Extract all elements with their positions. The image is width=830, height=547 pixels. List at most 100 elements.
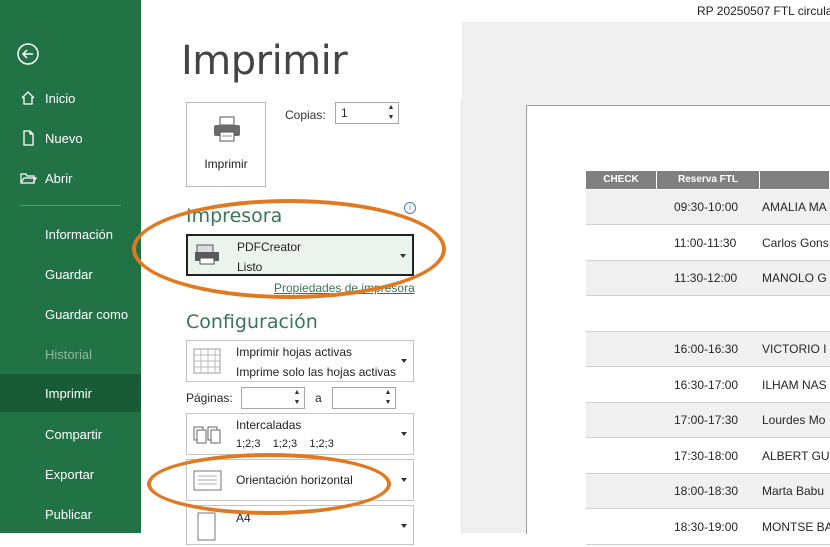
- row-time: 17:00-17:30: [674, 413, 739, 427]
- table-row: [586, 297, 830, 332]
- paper-size-select[interactable]: A4: [186, 505, 414, 545]
- sidebar-item-label: Publicar: [45, 506, 92, 522]
- document-title: RP 20250507 FTL circulaci: [697, 4, 830, 18]
- table-row: 18:30-19:00 MONTSE BA: [586, 510, 830, 545]
- scope-line1: Imprimir hojas activas: [236, 345, 353, 359]
- chevron-down-icon: [401, 524, 407, 528]
- row-name: Lourdes Mo: [762, 413, 826, 427]
- copies-stepper[interactable]: 1 ▲ ▼: [335, 102, 399, 124]
- table-row: 16:00-16:30 VICTORIO I: [586, 332, 830, 367]
- sidebar-item-publicar[interactable]: Publicar: [0, 495, 141, 533]
- row-name: Marta Babu: [762, 484, 825, 498]
- sidebar-item-label: Guardar: [45, 266, 93, 282]
- row-time: 18:30-19:00: [674, 519, 739, 534]
- row-time: 09:30-10:00: [674, 200, 739, 214]
- printer-name: PDFCreator: [237, 240, 302, 254]
- sidebar-item-imprimir[interactable]: Imprimir: [0, 374, 141, 412]
- orientation-label: Orientación horizontal: [236, 473, 353, 487]
- chevron-up-icon[interactable]: ▲: [384, 103, 398, 113]
- sheets-grid-icon: [193, 348, 221, 379]
- row-name: AMALIA MA: [762, 200, 827, 214]
- chevron-down-icon: [401, 359, 407, 363]
- pages-from-stepper[interactable]: ▲ ▼: [241, 387, 305, 409]
- sidebar-item-guardar[interactable]: Guardar: [0, 255, 141, 293]
- sidebar-item-historial: Historial: [0, 335, 141, 373]
- row-time: 18:00-18:30: [674, 484, 739, 498]
- portrait-page-icon: [197, 512, 217, 547]
- info-icon[interactable]: i: [404, 202, 416, 214]
- copies-label: Copias:: [285, 108, 326, 122]
- row-name: MANOLO G: [762, 271, 827, 285]
- chevron-down-icon: [401, 478, 407, 482]
- column-header: CHECK: [586, 171, 657, 189]
- collation-line1: Intercaladas: [236, 418, 302, 432]
- print-scope-select[interactable]: Imprimir hojas activas Imprime solo las …: [186, 340, 414, 382]
- chevron-up-icon[interactable]: ▲: [290, 388, 304, 398]
- pages-to-stepper[interactable]: ▲ ▼: [332, 387, 396, 409]
- sidebar-item-exportar[interactable]: Exportar: [0, 455, 141, 493]
- sidebar-item-guardar-como[interactable]: Guardar como: [0, 295, 141, 333]
- pages-to-label: a: [315, 391, 322, 405]
- row-name: Carlos Gons: [762, 235, 829, 250]
- collation-line2: 1;2;3 1;2;3 1;2;3: [236, 438, 334, 450]
- new-file-icon: [19, 129, 37, 147]
- sidebar-item-nuevo[interactable]: Nuevo: [0, 119, 141, 157]
- page-title: Imprimir: [181, 38, 348, 84]
- chevron-down-icon: [401, 432, 407, 436]
- sidebar-item-label: Información: [45, 226, 113, 242]
- printer-heading: Impresora: [186, 205, 283, 227]
- scope-line2: Imprime solo las hojas activas: [236, 365, 397, 379]
- copies-value: 1: [341, 106, 348, 120]
- sidebar-item-informacion[interactable]: Información: [0, 215, 141, 253]
- sidebar-item-abrir[interactable]: Abrir: [0, 159, 141, 197]
- row-time: 11:00-11:30: [674, 235, 737, 250]
- chevron-up-icon[interactable]: ▲: [381, 388, 395, 398]
- sidebar-item-inicio[interactable]: Inicio: [0, 79, 141, 117]
- print-button[interactable]: Imprimir: [186, 102, 266, 187]
- collated-pages-icon: [193, 424, 227, 449]
- table-row: 17:00-17:30 Lourdes Mo: [586, 403, 830, 438]
- printer-device-icon: [194, 243, 222, 272]
- sidebar-divider: [20, 205, 121, 206]
- landscape-page-icon: [193, 468, 223, 497]
- sidebar-item-label: Inicio: [45, 90, 76, 106]
- row-time: 16:30-17:00: [674, 377, 739, 392]
- chevron-down-icon[interactable]: ▼: [384, 113, 398, 123]
- column-header: [760, 171, 830, 189]
- printer-status: Listo: [237, 260, 263, 274]
- row-time: 16:00-16:30: [674, 342, 739, 356]
- printer-select[interactable]: PDFCreator Listo: [186, 234, 414, 276]
- open-folder-icon: [19, 169, 38, 187]
- row-name: VICTORIO I: [762, 342, 827, 356]
- paper-line1: A4: [236, 511, 251, 525]
- back-arrow-icon[interactable]: [14, 40, 42, 68]
- row-time: 11:30-12:00: [674, 271, 738, 285]
- print-button-label: Imprimir: [204, 157, 248, 171]
- divider: [461, 100, 462, 533]
- pages-label: Páginas:: [186, 391, 233, 405]
- sidebar-item-label: Compartir: [45, 426, 103, 442]
- chevron-down-icon[interactable]: ▼: [381, 398, 395, 408]
- sidebar-item-compartir[interactable]: Compartir: [0, 415, 141, 453]
- settings-heading: Configuración: [186, 311, 318, 333]
- home-icon: [19, 89, 37, 107]
- orientation-select[interactable]: Orientación horizontal: [186, 459, 414, 501]
- table-row: 18:00-18:30 Marta Babu: [586, 474, 830, 509]
- row-time: 17:30-18:00: [674, 448, 739, 463]
- table-row: 16:30-17:00 ILHAM NAS: [586, 368, 830, 403]
- row-name: MONTSE BA: [762, 519, 830, 534]
- sidebar-item-label: Imprimir: [45, 385, 92, 401]
- table-row: 11:30-12:00 MANOLO G: [586, 261, 830, 296]
- chevron-down-icon[interactable]: ▼: [290, 398, 304, 408]
- printer-properties-link[interactable]: Propiedades de impresora: [274, 281, 415, 295]
- table-row: 11:00-11:30 Carlos Gons: [586, 226, 830, 261]
- column-header: Reserva FTL: [657, 171, 760, 189]
- table-row: 09:30-10:00 AMALIA MA: [586, 190, 830, 225]
- row-name: ILHAM NAS: [762, 377, 827, 392]
- sidebar-item-label: Historial: [45, 346, 92, 362]
- collation-select[interactable]: Intercaladas 1;2;3 1;2;3 1;2;3: [186, 413, 414, 455]
- chevron-down-icon: [400, 254, 406, 258]
- sidebar-item-label: Nuevo: [45, 130, 83, 146]
- sidebar-item-label: Guardar como: [45, 306, 129, 322]
- table-row: 17:30-18:00 ALBERT GU: [586, 439, 830, 474]
